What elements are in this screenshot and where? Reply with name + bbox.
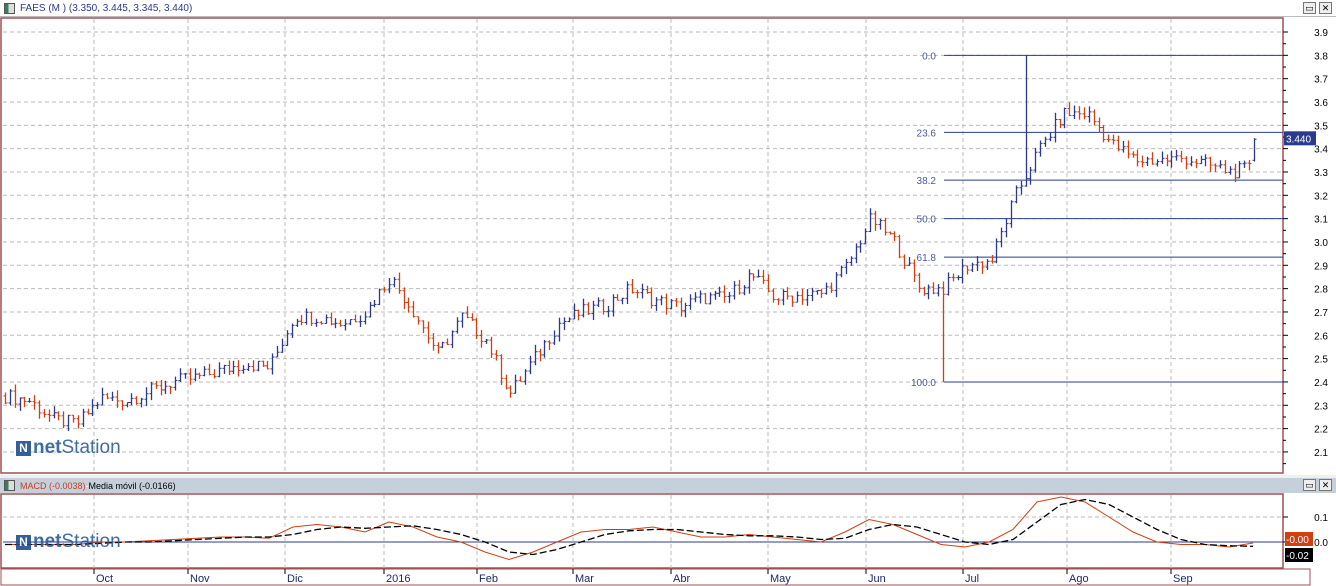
fib-label: 38.2: [917, 176, 937, 187]
x-tick-label: Mar: [575, 573, 594, 585]
x-tick-label: Jun: [868, 573, 886, 585]
y-tick-label: 3.8: [1314, 51, 1328, 62]
fib-label: 61.8: [917, 253, 937, 264]
y-tick-label: 2.4: [1314, 378, 1328, 389]
y-tick-label: 2.8: [1314, 285, 1328, 296]
y-tick-label: 2.5: [1314, 355, 1328, 366]
y-tick-label: 3.5: [1314, 121, 1328, 132]
y-tick-label: 3.9: [1314, 28, 1328, 39]
macd-header: MACD (-0.0038) - Media móvil (-0.0166) ▭…: [0, 478, 1336, 493]
price-chart[interactable]: 2.1 2.2 2.3 2.4 2.5 2.6 2.7 2.8 2.9 3.0 3.1 3.2 3.3 3…: [0, 17, 1336, 475]
y-tick-label: 0.1: [1314, 513, 1328, 524]
y-tick-label: 2.3: [1314, 401, 1328, 412]
y-tick-label: 3.4: [1314, 145, 1328, 156]
window-titlebar: FAES (M ) (3.350, 3.445, 3.345, 3.440) ▭…: [0, 0, 1336, 17]
x-tick-label: Ago: [1069, 573, 1089, 585]
y-tick-label: 2.9: [1314, 261, 1328, 272]
close-button[interactable]: ✕: [1319, 2, 1332, 14]
x-tick-label: 2016: [386, 573, 410, 585]
fib-label: 100.0: [911, 378, 936, 389]
y-tick-label: 2.2: [1314, 425, 1328, 436]
chart-window-icon: [4, 2, 15, 14]
signal-label: Media móvil (-0.0166): [88, 480, 176, 491]
value-badge-label: -0.02: [1286, 551, 1309, 562]
x-tick-label: Jul: [965, 573, 979, 585]
y-tick-label: 3.7: [1314, 75, 1328, 86]
x-tick-label: Oct: [96, 573, 113, 585]
plot-area: [0, 17, 1284, 474]
netstation-logo-macd: Nnet Station: [16, 531, 121, 553]
x-tick-label: Dic: [287, 573, 303, 585]
macd-chart[interactable]: 0.1 0.0 -0.00 -0.02 Oct Nov Dic 2016 Feb Mar Abr Ma…: [0, 493, 1336, 586]
macd-restore-button[interactable]: ▭: [1303, 479, 1316, 491]
restore-button[interactable]: ▭: [1303, 2, 1316, 14]
y-tick-label: 3.6: [1314, 98, 1328, 109]
y-tick-label: 2.1: [1314, 448, 1328, 459]
macd-label: MACD (-0.0038): [20, 480, 86, 491]
x-tick-label: Nov: [190, 573, 210, 585]
y-tick-label: 3.0: [1314, 238, 1328, 249]
fib-label: 50.0: [917, 215, 937, 226]
y-tick-label: 3.2: [1314, 191, 1328, 202]
y-tick-label: 3.3: [1314, 168, 1328, 179]
x-tick-label: Feb: [479, 573, 498, 585]
value-badge-label: -0.00: [1286, 535, 1309, 546]
y-tick-label: 0.0: [1314, 538, 1328, 549]
fib-label: 23.6: [917, 128, 937, 139]
window-title: FAES (M ) (3.350, 3.445, 3.345, 3.440): [20, 2, 193, 14]
netstation-logo: Nnet Station: [16, 437, 121, 459]
x-tick-label: Abr: [673, 573, 690, 585]
x-tick-label: Sep: [1173, 573, 1193, 585]
y-tick-label: 2.6: [1314, 331, 1328, 342]
macd-close-button[interactable]: ✕: [1319, 479, 1332, 491]
x-tick-label: May: [770, 573, 791, 585]
last-price-label: 3.440: [1286, 134, 1311, 145]
y-tick-label: 2.7: [1314, 308, 1328, 319]
indicator-icon: [4, 480, 15, 491]
y-tick-label: 3.1: [1314, 215, 1328, 226]
fib-label: 0.0: [922, 51, 936, 62]
